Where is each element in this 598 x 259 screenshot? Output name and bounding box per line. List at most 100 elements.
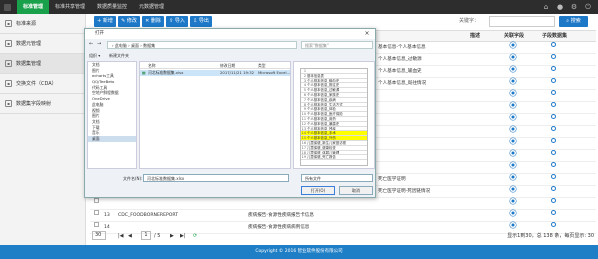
- search-icon[interactable]: [551, 210, 556, 215]
- col-modified[interactable]: 修改日期: [220, 62, 235, 69]
- row-name: 疾病报告-食源性疾病报告卡信息: [248, 213, 314, 218]
- search-icon[interactable]: [551, 222, 556, 227]
- search-icon[interactable]: [551, 66, 556, 71]
- folder-search-input[interactable]: 搜索"数据集": [301, 41, 373, 49]
- sheet-cell: 个人基本信息_用药: [307, 116, 336, 121]
- sheet-cell: 个人基本信息_生活方式: [307, 102, 343, 107]
- search-icon[interactable]: [551, 42, 556, 47]
- excel-file-icon: ▦: [142, 70, 146, 75]
- folder-icon: ▪: [5, 80, 12, 87]
- sidebar-item-cda[interactable]: ▪ 交换文件（CDA）: [0, 74, 85, 94]
- pager-summary: 显示1到30，总 138 条，每页显示: 30: [507, 233, 594, 239]
- search-icon[interactable]: [551, 54, 556, 59]
- gear-icon[interactable]: [510, 42, 516, 48]
- home-icon[interactable]: ⌂: [542, 3, 550, 11]
- col-filename[interactable]: 名称: [148, 62, 156, 69]
- row-checkbox[interactable]: [94, 222, 99, 227]
- search-button[interactable]: ⌕ 搜索: [559, 16, 588, 27]
- gear-icon[interactable]: [510, 210, 516, 216]
- next-page-button[interactable]: ▶: [170, 230, 174, 242]
- file-list-header: 名称 修改日期 类型: [140, 62, 290, 69]
- back-icon[interactable]: ←: [89, 41, 93, 47]
- filename-input[interactable]: 河北标准数据集.xlsx: [143, 174, 289, 182]
- new-folder-button[interactable]: 新建文件夹: [109, 52, 129, 60]
- page-size-select[interactable]: 30: [92, 231, 106, 240]
- gear-icon[interactable]: [510, 90, 516, 96]
- file-type-select[interactable]: 所有文件: [301, 174, 373, 182]
- page-input[interactable]: 1: [141, 231, 151, 240]
- row-checkbox[interactable]: [94, 210, 99, 215]
- gear-icon[interactable]: [510, 198, 516, 204]
- cancel-button[interactable]: 取消: [339, 186, 373, 195]
- row-checkbox[interactable]: [94, 198, 99, 203]
- user-icon[interactable]: ●: [556, 3, 564, 11]
- gear-icon[interactable]: [510, 102, 516, 108]
- table-row[interactable]: [90, 198, 596, 210]
- search-icon[interactable]: [551, 198, 556, 203]
- power-icon[interactable]: ⏻: [584, 3, 592, 11]
- search-icon[interactable]: [551, 186, 556, 191]
- preview-pane: 1 2 基本信息表 3 个人基本信息_输血史 4 个人基本信息_既往史 5 个人基本信息_过敏源…: [293, 61, 375, 169]
- search-icon[interactable]: [551, 78, 556, 83]
- app-logo: [4, 3, 11, 11]
- organize-menu[interactable]: 组织 ▾: [89, 52, 100, 60]
- search-icon[interactable]: [551, 162, 556, 167]
- close-icon[interactable]: ×: [361, 29, 373, 38]
- gear-icon[interactable]: [510, 54, 516, 60]
- sidebar-item-field-mapping[interactable]: ▪ 数据集字段映射: [0, 94, 85, 114]
- tab-standard-share[interactable]: 标准共享管理: [49, 0, 91, 14]
- edit-button[interactable]: ✎ 修改: [118, 16, 140, 27]
- gear-icon[interactable]: [510, 150, 516, 156]
- sheet-cell: 个人基本信息_输血史: [307, 78, 340, 83]
- gear-icon[interactable]: [510, 174, 516, 180]
- gear-icon[interactable]: [510, 162, 516, 168]
- add-button[interactable]: + 新增: [94, 16, 116, 27]
- sidebar-item-standard-source[interactable]: ▪ 标准来源: [0, 14, 85, 34]
- keyword-label: 关键字：: [459, 18, 480, 24]
- export-button[interactable]: ⇩ 导出: [190, 16, 212, 27]
- last-page-button[interactable]: ▶|: [180, 230, 186, 242]
- file-open-dialog: 打开 × ← → › 此电脑 › 桌面 › 数据集 搜索"数据集" 组织 ▾ 新建…: [84, 28, 376, 198]
- first-page-button[interactable]: |◀: [118, 230, 124, 242]
- delete-button[interactable]: ✕ 删除: [142, 16, 164, 27]
- row-desc: 死亡医学证明: [378, 177, 406, 182]
- path-field[interactable]: › 此电脑 › 桌面 › 数据集: [107, 41, 297, 49]
- import-button[interactable]: ⇪ 导入: [166, 16, 188, 27]
- refresh-icon[interactable]: ⟳: [193, 230, 197, 242]
- gear-icon[interactable]: [510, 186, 516, 192]
- gear-icon[interactable]: [510, 138, 516, 144]
- open-button[interactable]: 打开(O): [301, 186, 335, 195]
- row-desc: 死亡医学证明-死因链情况: [378, 189, 431, 194]
- gear-icon[interactable]: [510, 66, 516, 72]
- keyword-input[interactable]: [489, 16, 555, 27]
- sheet-cell: 个人基本信息_既往史: [307, 83, 340, 88]
- search-icon[interactable]: [551, 138, 556, 143]
- search-icon[interactable]: [551, 114, 556, 119]
- search-icon[interactable]: [551, 102, 556, 107]
- row-desc: 个人基本信息_输血史: [378, 69, 422, 74]
- file-row[interactable]: ▦ 河北标准数据集.xlsx 2017/11/21 19:32 Microsof…: [140, 70, 290, 76]
- search-icon[interactable]: [551, 126, 556, 131]
- col-related-field: 关联字段: [504, 33, 525, 39]
- row-desc: 个人基本信息_过敏源: [378, 57, 422, 62]
- sidebar-item-dataset[interactable]: ▪ 数据集管理: [0, 54, 85, 74]
- prev-page-button[interactable]: ◀: [128, 230, 132, 242]
- settings-icon[interactable]: ⚙: [570, 3, 578, 11]
- sidebar-item-data-element[interactable]: ▪ 数据元管理: [0, 34, 85, 54]
- gear-icon[interactable]: [510, 126, 516, 132]
- spreadsheet-preview: 1 2 基本信息表 3 个人基本信息_输血史 4 个人基本信息_既往史 5 个人基本信息_过敏源…: [300, 68, 368, 166]
- search-icon[interactable]: [551, 150, 556, 155]
- forward-icon[interactable]: →: [97, 41, 101, 47]
- toolbar: + 新增 ✎ 修改 ✕ 删除 ⇪ 导入 ⇩ 导出 关键字： ⌕ 搜索: [90, 16, 596, 28]
- table-row[interactable]: 13 CDC_FOODBORNEREPORT 疾病报告-食源性疾病报告卡信息: [90, 210, 596, 222]
- gear-icon[interactable]: [510, 114, 516, 120]
- search-icon[interactable]: [551, 174, 556, 179]
- tab-standard-management[interactable]: 标准管理: [17, 0, 50, 14]
- gear-icon[interactable]: [510, 78, 516, 84]
- tree-item[interactable]: 桌面: [88, 135, 136, 142]
- search-icon[interactable]: [551, 90, 556, 95]
- col-type[interactable]: 类型: [258, 62, 266, 69]
- tab-metadata[interactable]: 元数据管理: [133, 0, 170, 14]
- tab-quality-monitor[interactable]: 数据质量监控: [91, 0, 133, 14]
- gear-icon[interactable]: [510, 222, 516, 228]
